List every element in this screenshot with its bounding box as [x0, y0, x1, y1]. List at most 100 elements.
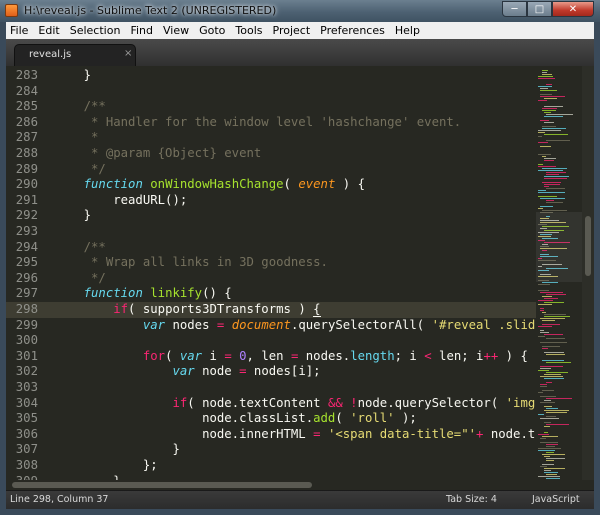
minimize-button[interactable]: ─	[502, 1, 527, 17]
line-number: 290	[15, 177, 38, 192]
code-line[interactable]: 290 function onWindowHashChange( event )…	[6, 177, 536, 193]
minimap-line	[546, 200, 554, 201]
menu-view[interactable]: View	[158, 24, 194, 37]
menu-help[interactable]: Help	[390, 24, 425, 37]
code-line[interactable]: 297 function linkify() {	[6, 286, 536, 302]
line-code[interactable]: function onWindowHashChange( event ) {	[54, 177, 365, 193]
minimap-line	[544, 468, 565, 469]
line-code[interactable]: };	[54, 458, 158, 474]
line-code[interactable]: var nodes = document.querySelectorAll( '…	[54, 318, 594, 334]
menu-preferences[interactable]: Preferences	[315, 24, 390, 37]
minimap-line	[544, 406, 552, 407]
code-line[interactable]: 283 }	[6, 68, 536, 84]
code-line[interactable]: 284	[6, 84, 536, 100]
line-code[interactable]: * @param {Object} event	[54, 146, 261, 162]
line-code[interactable]: function linkify() {	[54, 286, 232, 302]
code-line[interactable]: 303	[6, 380, 536, 396]
code-line[interactable]: 289 */	[6, 162, 536, 178]
line-number: 303	[15, 380, 38, 394]
line-code[interactable]: if( supports3DTransforms ) {	[54, 302, 321, 318]
line-code[interactable]: node.innerHTML = '<span data-title="'+ n…	[54, 427, 557, 443]
menu-find[interactable]: Find	[125, 24, 158, 37]
line-code[interactable]: if( node.textContent && !node.querySelec…	[54, 396, 587, 412]
code-line[interactable]: 287 *	[6, 130, 536, 146]
code-editor[interactable]: 283 } 284 285 /** 286 * Handler for the win…	[6, 66, 594, 480]
minimap-line	[538, 476, 560, 477]
minimap-line	[538, 434, 549, 435]
line-code[interactable]: * Handler for the window level 'hashchan…	[54, 115, 461, 131]
line-code[interactable]: /**	[54, 240, 106, 256]
line-code[interactable]: /**	[54, 99, 106, 115]
code-line[interactable]: 294 /**	[6, 240, 536, 256]
minimap-line	[542, 348, 548, 349]
horizontal-scroll-thumb[interactable]	[12, 482, 312, 488]
line-code[interactable]: }	[54, 442, 179, 458]
code-line[interactable]: 301 for( var i = 0, len = nodes.length; …	[6, 349, 536, 365]
minimap-viewport[interactable]	[536, 212, 582, 282]
minimap-line	[544, 302, 564, 303]
code-line[interactable]: 307 }	[6, 442, 536, 458]
code-line[interactable]: 308 };	[6, 458, 536, 474]
line-code[interactable]: for( var i = 0, len = nodes.length; i < …	[54, 349, 528, 365]
minimap-line	[546, 382, 552, 383]
code-line[interactable]: 306 node.innerHTML = '<span data-title="…	[6, 427, 558, 443]
minimap[interactable]	[536, 66, 582, 480]
minimap-line	[540, 120, 549, 121]
code-line[interactable]: 286 * Handler for the window level 'hash…	[6, 115, 536, 131]
menu-goto[interactable]: Goto	[194, 24, 230, 37]
minimap-line	[544, 106, 563, 107]
title-bar[interactable]: H:\reveal.js - Sublime Text 2 (UNREGISTE…	[0, 0, 600, 22]
line-code[interactable]: readURL();	[54, 193, 187, 209]
minimap-line	[540, 96, 565, 97]
minimap-line	[546, 424, 569, 425]
minimap-line	[538, 166, 556, 167]
tab-reveal-js[interactable]: reveal.js ×	[14, 44, 136, 66]
minimap-line	[540, 90, 557, 91]
vertical-scrollbar[interactable]	[582, 66, 594, 480]
line-code[interactable]: var node = nodes[i];	[54, 364, 320, 380]
minimap-line	[544, 470, 551, 471]
code-line[interactable]: 285 /**	[6, 99, 536, 115]
code-line[interactable]: 295 * Wrap all links in 3D goodness.	[6, 255, 536, 271]
minimap-line	[544, 158, 556, 159]
menu-project[interactable]: Project	[268, 24, 316, 37]
tab-close-icon[interactable]: ×	[124, 48, 132, 59]
code-line[interactable]: 292 }	[6, 208, 536, 224]
tab-size-indicator[interactable]: Tab Size: 4	[446, 494, 497, 505]
code-line[interactable]: 298 if( supports3DTransforms ) {	[6, 302, 536, 318]
maximize-button[interactable]: □	[527, 1, 552, 17]
minimap-line	[542, 108, 557, 109]
line-number: 287	[15, 130, 38, 145]
minimap-line	[540, 438, 546, 439]
code-line[interactable]: 299 var nodes = document.querySelectorAl…	[6, 318, 594, 334]
code-line[interactable]: 302 var node = nodes[i];	[6, 364, 536, 380]
minimap-line	[542, 74, 552, 75]
code-line[interactable]: 291 readURL();	[6, 193, 536, 209]
line-code[interactable]: * Wrap all links in 3D goodness.	[54, 255, 328, 271]
code-line[interactable]: 296 */	[6, 271, 536, 287]
minimap-line	[542, 210, 567, 211]
line-code[interactable]: *	[54, 130, 98, 146]
code-line[interactable]: 293	[6, 224, 536, 240]
close-button[interactable]: ✕	[552, 1, 594, 17]
line-code[interactable]: node.classList.add( 'roll' );	[54, 411, 417, 427]
menu-edit[interactable]: Edit	[33, 24, 64, 37]
menu-tools[interactable]: Tools	[230, 24, 267, 37]
code-line[interactable]: 304 if( node.textContent && !node.queryS…	[6, 396, 587, 412]
syntax-indicator[interactable]: JavaScript	[532, 494, 580, 505]
tab-label: reveal.js	[29, 49, 72, 60]
horizontal-scrollbar[interactable]	[6, 480, 594, 490]
window-title: H:\reveal.js - Sublime Text 2 (UNREGISTE…	[24, 4, 277, 17]
line-code[interactable]: */	[54, 271, 106, 287]
code-line[interactable]: 305 node.classList.add( 'roll' );	[6, 411, 536, 427]
menu-file[interactable]: File	[6, 24, 33, 37]
menu-selection[interactable]: Selection	[65, 24, 126, 37]
line-number: 302	[15, 364, 38, 379]
line-code[interactable]: }	[54, 208, 91, 224]
line-code[interactable]: }	[54, 68, 91, 84]
code-line[interactable]: 288 * @param {Object} event	[6, 146, 536, 162]
line-code[interactable]: */	[54, 162, 106, 178]
window-controls: ─ □ ✕	[502, 1, 594, 18]
code-line[interactable]: 300	[6, 333, 536, 349]
vertical-scroll-thumb[interactable]	[585, 216, 591, 276]
